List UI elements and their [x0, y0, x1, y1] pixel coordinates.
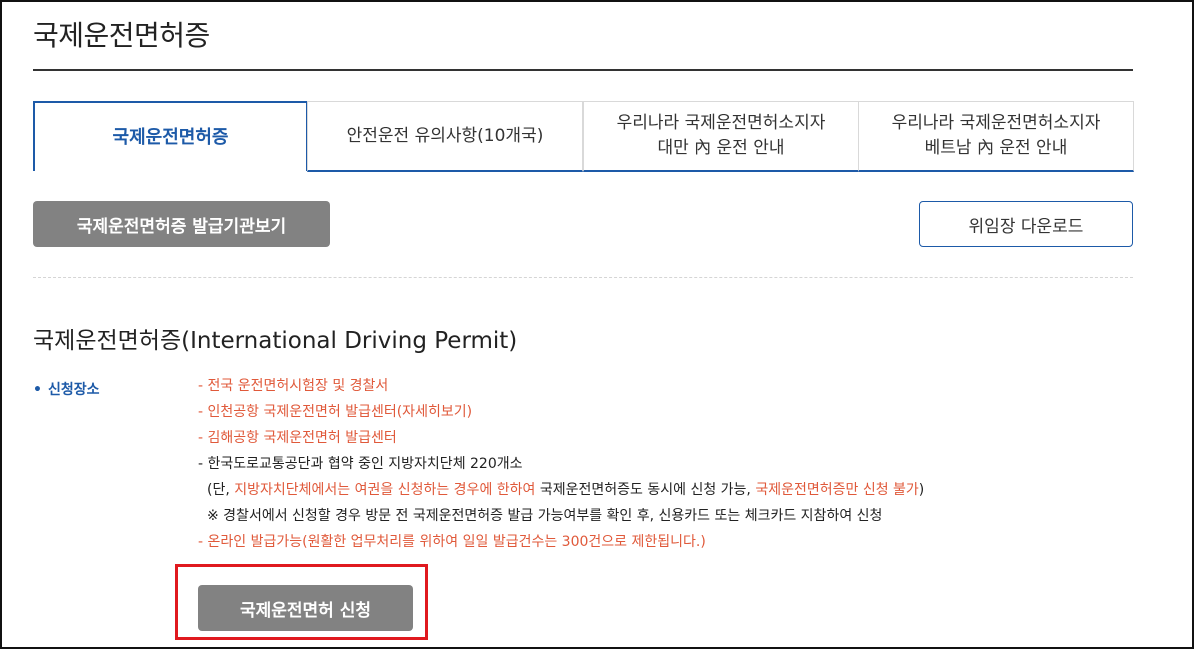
list-item: - 온라인 발급가능(원활한 업무처리를 위하여 일일 발급건수는 300건으로…: [198, 534, 706, 550]
bullet-dot-icon: •: [33, 382, 42, 398]
application-place-list: - 전국 운전면허시험장 및 경찰서 - 인천공항 국제운전면허 발급센터(자세…: [198, 376, 1138, 558]
section-title: 국제운전면허증(International Driving Permit): [33, 328, 518, 354]
note-text: (단,: [207, 482, 235, 498]
section-divider: [33, 277, 1133, 278]
note-text: ): [918, 482, 925, 498]
application-place-label: 신청장소: [47, 382, 100, 398]
tab-label-line1: 우리나라 국제운전면허소지자: [616, 113, 826, 133]
list-item-remark: ※ 경찰서에서 신청할 경우 방문 전 국제운전면허증 발급 가능여부를 확인 …: [207, 508, 883, 524]
tab-label-line2: 대만 內 운전 안내: [657, 138, 785, 158]
incheon-airport-link[interactable]: - 인천공항 국제운전면허 발급센터(자세히보기): [198, 402, 1138, 428]
page-title: 국제운전면허증: [33, 19, 210, 52]
list-item-note: (단, 지방자치단체에서는 여권을 신청하는 경우에 한하여 국제운전면허증도 …: [198, 480, 1138, 506]
list-item: - 한국도로교통공단과 협약 중인 지방자치단체 220개소: [198, 456, 523, 472]
list-item: - 전국 운전면허시험장 및 경찰서: [198, 378, 389, 394]
title-divider: [33, 69, 1133, 71]
tab-safe-driving[interactable]: 안전운전 유의사항(10개국): [307, 101, 583, 172]
tab-label-line2: 베트남 內 운전 안내: [924, 138, 1068, 158]
tab-international-license[interactable]: 국제운전면허증: [33, 101, 308, 171]
tab-label: 국제운전면허증: [112, 126, 229, 148]
tab-vietnam-guide[interactable]: 우리나라 국제운전면허소지자 베트남 內 운전 안내: [858, 101, 1134, 172]
apply-license-button[interactable]: 국제운전면허 신청: [198, 585, 413, 631]
note-text-warning: 국제운전면허증만 신청 불가: [755, 482, 919, 498]
power-of-attorney-download-button[interactable]: 위임장 다운로드: [919, 201, 1133, 247]
tab-bar: 국제운전면허증 안전운전 유의사항(10개국) 우리나라 국제운전면허소지자 대…: [33, 101, 1134, 172]
tab-label: 안전운전 유의사항(10개국): [346, 125, 544, 146]
tab-taiwan-guide[interactable]: 우리나라 국제운전면허소지자 대만 內 운전 안내: [583, 101, 859, 172]
list-item: - 김해공항 국제운전면허 발급센터: [198, 430, 397, 446]
tab-label-line1: 우리나라 국제운전면허소지자: [891, 113, 1101, 133]
issuer-view-button[interactable]: 국제운전면허증 발급기관보기: [33, 201, 330, 247]
note-text-warning: 지방자치단체에서는 여권을 신청하는 경우에 한하여: [234, 482, 536, 498]
note-text: 국제운전면허증도 동시에 신청 가능,: [535, 482, 756, 498]
bullet-label: • 신청장소: [33, 379, 99, 399]
